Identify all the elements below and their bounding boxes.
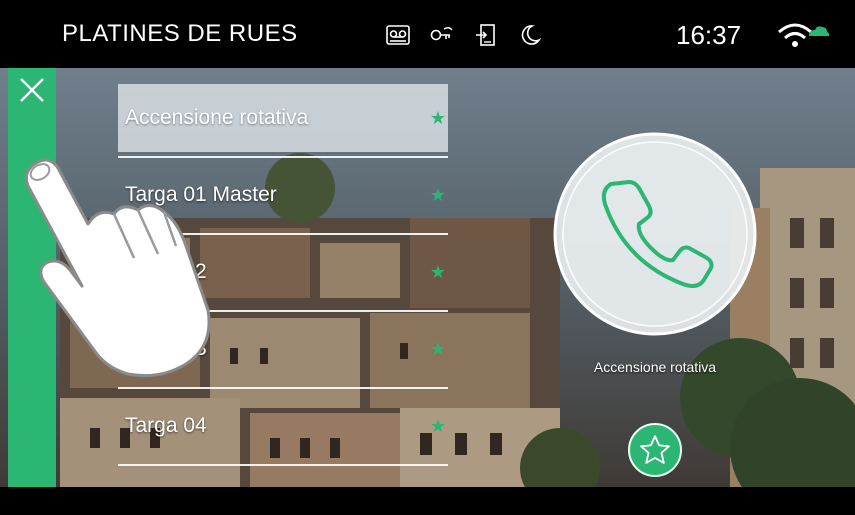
door-icon bbox=[476, 24, 495, 46]
clock: 16:37 bbox=[676, 20, 742, 50]
call-caption: Accensione rotativa bbox=[593, 359, 717, 375]
list-item[interactable]: Targa 01 Master ★ bbox=[118, 161, 448, 238]
voicemail-icon bbox=[386, 25, 410, 45]
divider bbox=[118, 464, 448, 466]
star-icon[interactable]: ★ bbox=[430, 416, 446, 437]
page-title: PLATINES DE RUES bbox=[62, 20, 298, 47]
screen: PLATINES DE RUES 16:37 Accensione rotati… bbox=[0, 0, 855, 515]
list-item[interactable]: Targa 04 ★ bbox=[118, 392, 448, 469]
key-icon bbox=[430, 27, 453, 41]
list-item-label: Targa 03 bbox=[125, 337, 207, 360]
divider bbox=[118, 233, 448, 235]
bottom-bar bbox=[0, 487, 855, 515]
list-item[interactable]: Targa 02 ★ bbox=[118, 238, 448, 315]
wifi-cloud-icon bbox=[778, 23, 830, 47]
list-item-label: Accensione rotativa bbox=[125, 106, 309, 129]
call-button-wrap bbox=[553, 132, 757, 354]
list-item-label: Targa 01 Master bbox=[125, 183, 277, 206]
star-icon[interactable]: ★ bbox=[430, 262, 446, 283]
star-icon[interactable]: ★ bbox=[430, 185, 446, 206]
star-icon[interactable]: ★ bbox=[430, 108, 446, 129]
divider bbox=[118, 387, 448, 389]
moon-icon bbox=[521, 25, 542, 45]
list-item-label: Targa 02 bbox=[125, 260, 207, 283]
list-item[interactable]: Accensione rotativa ★ bbox=[118, 84, 448, 161]
favorite-button[interactable] bbox=[628, 423, 682, 477]
sidebar bbox=[8, 68, 56, 487]
close-icon[interactable] bbox=[18, 76, 46, 104]
list-item-label: Targa 04 bbox=[125, 414, 207, 437]
star-icon[interactable]: ★ bbox=[430, 339, 446, 360]
divider bbox=[118, 310, 448, 312]
status-icons bbox=[385, 22, 543, 48]
top-bar: PLATINES DE RUES 16:37 bbox=[0, 0, 855, 68]
call-button[interactable] bbox=[553, 132, 757, 336]
entrance-panel-list: Accensione rotativa ★ Targa 01 Master ★ … bbox=[118, 84, 448, 469]
list-item[interactable]: Targa 03 ★ bbox=[118, 315, 448, 392]
divider bbox=[118, 156, 448, 158]
